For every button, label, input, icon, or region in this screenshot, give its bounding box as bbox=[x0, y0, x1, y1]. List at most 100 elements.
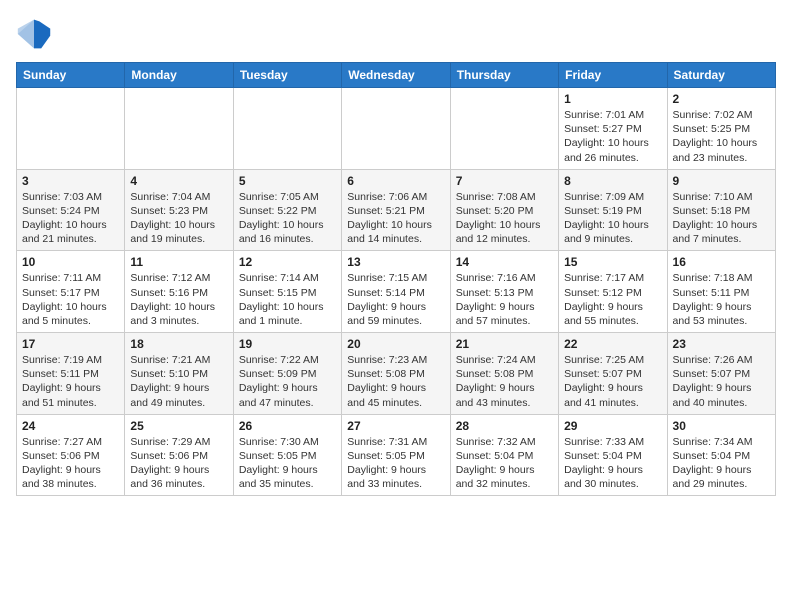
day-number: 23 bbox=[673, 337, 770, 351]
calendar-week-row: 3Sunrise: 7:03 AM Sunset: 5:24 PM Daylig… bbox=[17, 169, 776, 251]
day-number: 19 bbox=[239, 337, 336, 351]
day-number: 30 bbox=[673, 419, 770, 433]
day-number: 1 bbox=[564, 92, 661, 106]
calendar-day-cell: 23 Sunrise: 7:26 AM Sunset: 5:07 PM Dayli… bbox=[667, 333, 775, 415]
day-number: 25 bbox=[130, 419, 227, 433]
day-number: 8 bbox=[564, 174, 661, 188]
day-info: Sunrise: 7:10 AM Sunset: 5:18 PM Dayligh… bbox=[673, 190, 770, 247]
calendar-week-row: 10 Sunrise: 7:11 AM Sunset: 5:17 PM Dayli… bbox=[17, 251, 776, 333]
calendar-day-cell: 24 Sunrise: 7:27 AM Sunset: 5:06 PM Dayli… bbox=[17, 414, 125, 496]
day-number: 13 bbox=[347, 255, 444, 269]
calendar-day-cell: 2 Sunrise: 7:02 AM Sunset: 5:25 PM Daylig… bbox=[667, 88, 775, 170]
empty-cell bbox=[342, 88, 450, 170]
calendar-header-row: SundayMondayTuesdayWednesdayThursdayFrid… bbox=[17, 63, 776, 88]
day-info: Sunrise: 7:23 AM Sunset: 5:08 PM Dayligh… bbox=[347, 353, 444, 410]
calendar-day-cell: 10 Sunrise: 7:11 AM Sunset: 5:17 PM Dayli… bbox=[17, 251, 125, 333]
day-info: Sunrise: 7:33 AM Sunset: 5:04 PM Dayligh… bbox=[564, 435, 661, 492]
day-number: 17 bbox=[22, 337, 119, 351]
calendar-day-cell: 22Sunrise: 7:25 AM Sunset: 5:07 PM Dayli… bbox=[559, 333, 667, 415]
day-info: Sunrise: 7:04 AM Sunset: 5:23 PM Dayligh… bbox=[130, 190, 227, 247]
weekday-header-saturday: Saturday bbox=[667, 63, 775, 88]
day-info: Sunrise: 7:17 AM Sunset: 5:12 PM Dayligh… bbox=[564, 271, 661, 328]
weekday-header-tuesday: Tuesday bbox=[233, 63, 341, 88]
calendar-table: SundayMondayTuesdayWednesdayThursdayFrid… bbox=[16, 62, 776, 496]
day-info: Sunrise: 7:27 AM Sunset: 5:06 PM Dayligh… bbox=[22, 435, 119, 492]
day-number: 2 bbox=[673, 92, 770, 106]
weekday-header-monday: Monday bbox=[125, 63, 233, 88]
calendar-day-cell: 27Sunrise: 7:31 AM Sunset: 5:05 PM Dayli… bbox=[342, 414, 450, 496]
calendar-day-cell: 26 Sunrise: 7:30 AM Sunset: 5:05 PM Dayli… bbox=[233, 414, 341, 496]
day-info: Sunrise: 7:03 AM Sunset: 5:24 PM Dayligh… bbox=[22, 190, 119, 247]
calendar-day-cell: 30Sunrise: 7:34 AM Sunset: 5:04 PM Dayli… bbox=[667, 414, 775, 496]
day-number: 24 bbox=[22, 419, 119, 433]
day-info: Sunrise: 7:24 AM Sunset: 5:08 PM Dayligh… bbox=[456, 353, 553, 410]
calendar-day-cell: 11 Sunrise: 7:12 AM Sunset: 5:16 PM Dayli… bbox=[125, 251, 233, 333]
day-number: 9 bbox=[673, 174, 770, 188]
day-info: Sunrise: 7:02 AM Sunset: 5:25 PM Dayligh… bbox=[673, 108, 770, 165]
day-number: 12 bbox=[239, 255, 336, 269]
day-info: Sunrise: 7:15 AM Sunset: 5:14 PM Dayligh… bbox=[347, 271, 444, 328]
calendar-week-row: 24 Sunrise: 7:27 AM Sunset: 5:06 PM Dayli… bbox=[17, 414, 776, 496]
calendar-day-cell: 12 Sunrise: 7:14 AM Sunset: 5:15 PM Dayli… bbox=[233, 251, 341, 333]
calendar-day-cell: 21 Sunrise: 7:24 AM Sunset: 5:08 PM Dayli… bbox=[450, 333, 558, 415]
weekday-header-thursday: Thursday bbox=[450, 63, 558, 88]
calendar-day-cell: 19 Sunrise: 7:22 AM Sunset: 5:09 PM Dayli… bbox=[233, 333, 341, 415]
day-info: Sunrise: 7:26 AM Sunset: 5:07 PM Dayligh… bbox=[673, 353, 770, 410]
day-info: Sunrise: 7:05 AM Sunset: 5:22 PM Dayligh… bbox=[239, 190, 336, 247]
calendar-day-cell: 9 Sunrise: 7:10 AM Sunset: 5:18 PM Daylig… bbox=[667, 169, 775, 251]
calendar-week-row: 17 Sunrise: 7:19 AM Sunset: 5:11 PM Dayli… bbox=[17, 333, 776, 415]
calendar-day-cell: 7Sunrise: 7:08 AM Sunset: 5:20 PM Daylig… bbox=[450, 169, 558, 251]
calendar-day-cell: 3Sunrise: 7:03 AM Sunset: 5:24 PM Daylig… bbox=[17, 169, 125, 251]
calendar-day-cell: 5 Sunrise: 7:05 AM Sunset: 5:22 PM Daylig… bbox=[233, 169, 341, 251]
day-info: Sunrise: 7:11 AM Sunset: 5:17 PM Dayligh… bbox=[22, 271, 119, 328]
day-info: Sunrise: 7:01 AM Sunset: 5:27 PM Dayligh… bbox=[564, 108, 661, 165]
day-number: 7 bbox=[456, 174, 553, 188]
day-info: Sunrise: 7:21 AM Sunset: 5:10 PM Dayligh… bbox=[130, 353, 227, 410]
day-info: Sunrise: 7:18 AM Sunset: 5:11 PM Dayligh… bbox=[673, 271, 770, 328]
day-info: Sunrise: 7:31 AM Sunset: 5:05 PM Dayligh… bbox=[347, 435, 444, 492]
day-number: 20 bbox=[347, 337, 444, 351]
calendar-day-cell: 25Sunrise: 7:29 AM Sunset: 5:06 PM Dayli… bbox=[125, 414, 233, 496]
calendar-day-cell: 29 Sunrise: 7:33 AM Sunset: 5:04 PM Dayli… bbox=[559, 414, 667, 496]
logo-icon bbox=[16, 16, 52, 52]
day-info: Sunrise: 7:09 AM Sunset: 5:19 PM Dayligh… bbox=[564, 190, 661, 247]
calendar-day-cell: 16 Sunrise: 7:18 AM Sunset: 5:11 PM Dayli… bbox=[667, 251, 775, 333]
calendar-day-cell: 20 Sunrise: 7:23 AM Sunset: 5:08 PM Dayli… bbox=[342, 333, 450, 415]
day-info: Sunrise: 7:16 AM Sunset: 5:13 PM Dayligh… bbox=[456, 271, 553, 328]
day-number: 21 bbox=[456, 337, 553, 351]
day-info: Sunrise: 7:30 AM Sunset: 5:05 PM Dayligh… bbox=[239, 435, 336, 492]
empty-cell bbox=[233, 88, 341, 170]
day-info: Sunrise: 7:12 AM Sunset: 5:16 PM Dayligh… bbox=[130, 271, 227, 328]
empty-cell bbox=[17, 88, 125, 170]
weekday-header-sunday: Sunday bbox=[17, 63, 125, 88]
calendar-day-cell: 4 Sunrise: 7:04 AM Sunset: 5:23 PM Daylig… bbox=[125, 169, 233, 251]
day-number: 26 bbox=[239, 419, 336, 433]
day-number: 29 bbox=[564, 419, 661, 433]
day-info: Sunrise: 7:19 AM Sunset: 5:11 PM Dayligh… bbox=[22, 353, 119, 410]
calendar-day-cell: 8 Sunrise: 7:09 AM Sunset: 5:19 PM Daylig… bbox=[559, 169, 667, 251]
day-number: 5 bbox=[239, 174, 336, 188]
day-number: 10 bbox=[22, 255, 119, 269]
day-number: 16 bbox=[673, 255, 770, 269]
day-info: Sunrise: 7:06 AM Sunset: 5:21 PM Dayligh… bbox=[347, 190, 444, 247]
day-number: 15 bbox=[564, 255, 661, 269]
calendar-day-cell: 28Sunrise: 7:32 AM Sunset: 5:04 PM Dayli… bbox=[450, 414, 558, 496]
day-number: 11 bbox=[130, 255, 227, 269]
calendar-day-cell: 15 Sunrise: 7:17 AM Sunset: 5:12 PM Dayli… bbox=[559, 251, 667, 333]
calendar-day-cell: 18 Sunrise: 7:21 AM Sunset: 5:10 PM Dayli… bbox=[125, 333, 233, 415]
day-number: 18 bbox=[130, 337, 227, 351]
day-info: Sunrise: 7:22 AM Sunset: 5:09 PM Dayligh… bbox=[239, 353, 336, 410]
day-number: 28 bbox=[456, 419, 553, 433]
empty-cell bbox=[450, 88, 558, 170]
calendar-day-cell: 1 Sunrise: 7:01 AM Sunset: 5:27 PM Daylig… bbox=[559, 88, 667, 170]
day-number: 22 bbox=[564, 337, 661, 351]
day-info: Sunrise: 7:14 AM Sunset: 5:15 PM Dayligh… bbox=[239, 271, 336, 328]
weekday-header-wednesday: Wednesday bbox=[342, 63, 450, 88]
day-number: 4 bbox=[130, 174, 227, 188]
day-number: 6 bbox=[347, 174, 444, 188]
calendar-day-cell: 17 Sunrise: 7:19 AM Sunset: 5:11 PM Dayli… bbox=[17, 333, 125, 415]
calendar-day-cell: 6 Sunrise: 7:06 AM Sunset: 5:21 PM Daylig… bbox=[342, 169, 450, 251]
calendar-day-cell: 14Sunrise: 7:16 AM Sunset: 5:13 PM Dayli… bbox=[450, 251, 558, 333]
weekday-header-friday: Friday bbox=[559, 63, 667, 88]
page-header bbox=[16, 16, 776, 52]
